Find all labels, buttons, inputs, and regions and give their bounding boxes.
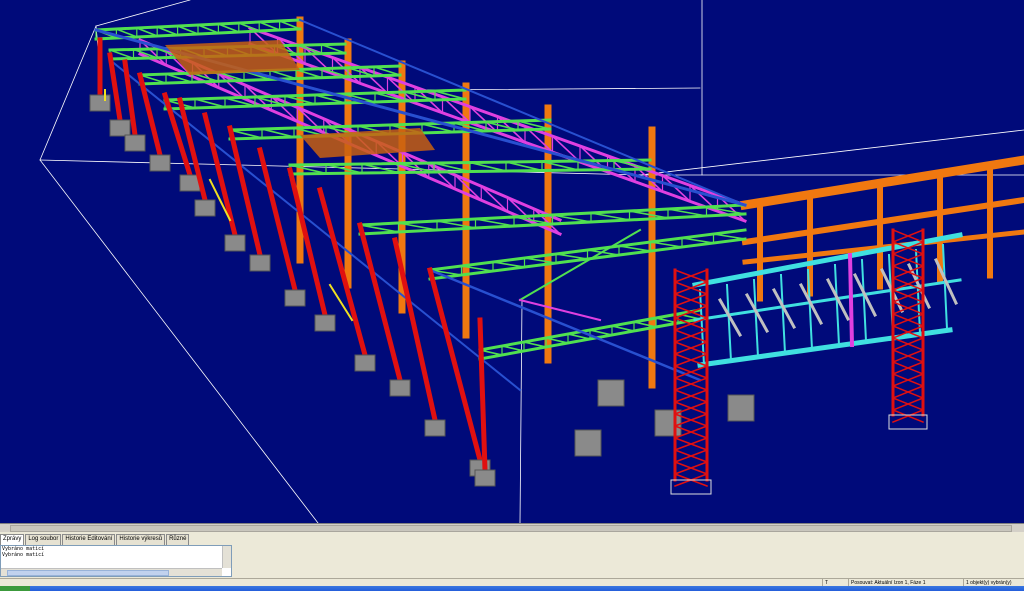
purlin-truss-diagonal[interactable] [217,22,240,34]
purlin-truss-diagonal[interactable] [320,43,347,55]
purlin-truss-diagonal[interactable] [474,218,515,227]
purlin-truss-diagonal[interactable] [589,329,613,336]
purlin-truss-diagonal[interactable] [325,163,363,174]
purlin-truss-diagonal[interactable] [258,20,281,32]
structural-model-view[interactable] [0,0,1024,523]
tower-base[interactable] [670,479,712,495]
purlin-truss-diagonal[interactable] [289,164,327,175]
tab-log-file[interactable]: Log soubor [25,534,62,545]
log-line: Vybráno maticí [2,552,45,558]
concrete-footing[interactable] [284,289,306,307]
concrete-footing[interactable] [424,419,446,437]
bounding-grid-line[interactable] [519,299,523,523]
ridge-beam[interactable] [298,18,747,207]
scrollbar-thumb[interactable] [10,525,1012,532]
purlin-truss-diagonal[interactable] [712,233,746,240]
purlin-truss-diagonal[interactable] [611,325,635,332]
bounding-grid-line[interactable] [39,25,97,161]
purlin-truss-diagonal[interactable] [555,253,589,260]
concrete-footing[interactable] [224,234,246,252]
purlin-truss-diagonal[interactable] [237,21,261,33]
purlin-truss-diagonal[interactable] [229,129,263,139]
purlin-truss-diagonal[interactable] [261,128,295,138]
viewport-horizontal-scrollbar[interactable] [0,523,1024,532]
concrete-footing[interactable] [89,94,111,112]
existing-beam[interactable] [739,155,1024,211]
purlin-truss-diagonal[interactable] [196,23,220,35]
purlin-truss-diagonal[interactable] [135,26,159,38]
log-horizontal-scrollbar[interactable] [1,568,222,576]
concrete-footing[interactable] [194,199,216,217]
tab-messages[interactable]: Zprávy [0,534,25,545]
message-log[interactable]: Vybráno maticí Vybráno maticí [0,545,232,577]
concrete-footing[interactable] [124,134,146,152]
bounding-grid-line[interactable] [95,0,191,27]
rafter-truss-diagonal[interactable] [480,185,509,213]
steel-column[interactable] [477,317,488,473]
purlin-truss-diagonal[interactable] [156,25,179,37]
canopy-beam[interactable] [697,327,953,368]
concrete-footing[interactable] [597,379,625,407]
purlin-truss-diagonal[interactable] [108,48,135,60]
3d-model-viewport[interactable] [0,0,1024,523]
rafter-truss-diagonal[interactable] [270,95,299,123]
tab-drawing-history[interactable]: Historie výkresů [116,534,166,545]
purlin-truss-diagonal[interactable] [436,220,477,229]
purlin-truss-diagonal[interactable] [505,161,543,172]
purlin-truss-diagonal[interactable] [359,224,400,233]
concrete-footing[interactable] [249,254,271,272]
concrete-footing[interactable] [389,379,411,397]
purlin-truss-diagonal[interactable] [590,212,631,221]
tab-edit-history[interactable]: Historie Editování [62,534,116,545]
canopy-post[interactable] [941,243,949,331]
concrete-footing[interactable] [727,394,755,422]
purlin-truss-diagonal[interactable] [176,24,200,36]
purlin-truss-diagonal[interactable] [501,345,525,352]
log-scroll-thumb[interactable] [7,570,169,576]
concrete-footing[interactable] [149,154,171,172]
concrete-footing[interactable] [314,314,336,332]
log-vertical-scrollbar[interactable] [222,546,231,568]
concrete-footing[interactable] [109,119,131,137]
canopy-post[interactable] [847,252,855,348]
purlin-truss-diagonal[interactable] [618,245,652,252]
start-button[interactable] [0,586,30,591]
os-taskbar [0,586,1024,591]
canopy-post[interactable] [833,263,841,347]
concrete-footing[interactable] [354,354,376,372]
purlin-truss-diagonal[interactable] [194,98,226,108]
message-pane: Zprávy Log soubor Historie Editování His… [0,532,1024,578]
cross-brace[interactable] [518,298,602,322]
canopy-post[interactable] [779,273,787,355]
tab-misc[interactable]: Různé [166,534,190,545]
purlin-truss-diagonal[interactable] [667,208,708,217]
purlin-truss-diagonal[interactable] [469,161,507,172]
rafter-truss-diagonal[interactable] [217,72,247,101]
concrete-footing[interactable] [474,469,496,487]
canopy-post[interactable] [860,258,868,343]
message-tabs: Zprávy Log soubor Historie Editování His… [0,534,190,545]
purlin-truss-diagonal[interactable] [492,261,526,268]
purlin-truss-diagonal[interactable] [681,237,715,244]
concrete-footing[interactable] [574,429,602,457]
purlin-truss-diagonal[interactable] [523,341,547,348]
canopy-post[interactable] [725,283,733,363]
